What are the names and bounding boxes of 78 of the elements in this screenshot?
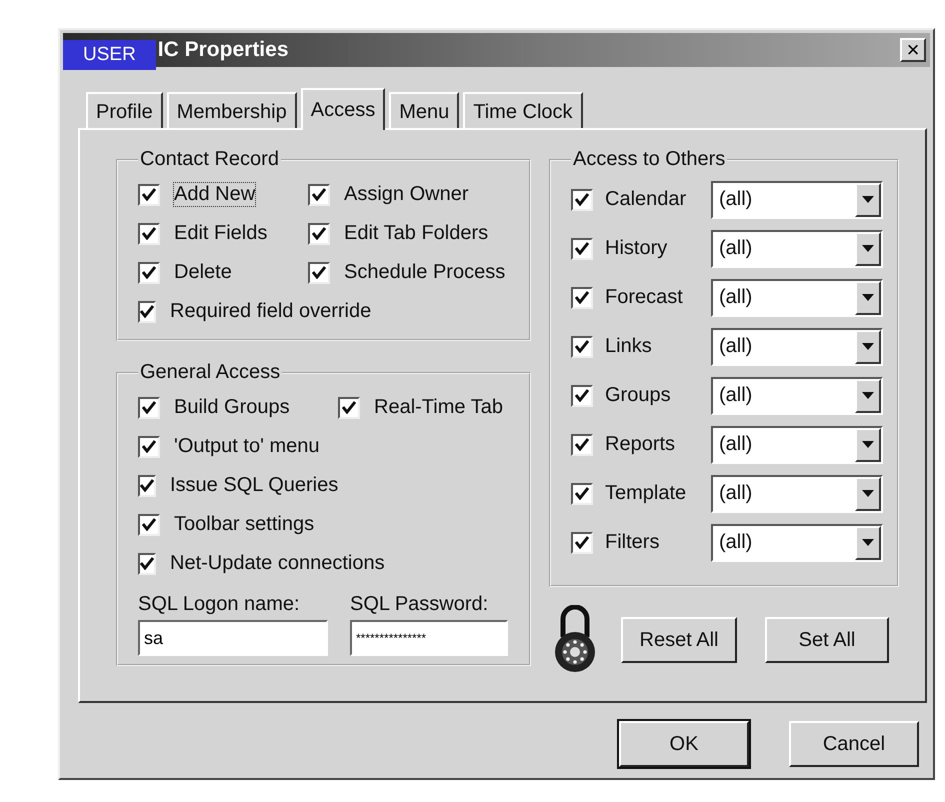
caret-icon [862, 245, 874, 252]
checkbox[interactable] [138, 262, 160, 284]
password-field[interactable]: *************** [350, 620, 508, 656]
checkbox[interactable] [571, 188, 593, 210]
user-badge: USER [63, 40, 156, 70]
padlock-icon [553, 605, 597, 675]
checkbox[interactable] [138, 436, 160, 458]
checkbox-label[interactable]: Forecast [605, 286, 683, 309]
checkbox-label[interactable]: Real-Time Tab [374, 396, 503, 419]
checkbox[interactable] [138, 514, 160, 536]
checkbox-label[interactable]: Template [605, 482, 686, 505]
group-title: Access to Others [572, 148, 726, 171]
field-label: SQL Logon name: [138, 593, 301, 616]
checkbox[interactable] [571, 384, 593, 406]
group-title: Contact Record [139, 148, 280, 171]
checkbox-label[interactable]: Groups [605, 384, 671, 407]
checkbox[interactable] [138, 300, 156, 322]
tab[interactable]: Membership [166, 92, 297, 128]
checkbox[interactable] [308, 222, 330, 244]
caret-icon [862, 441, 874, 448]
checkbox[interactable] [571, 336, 593, 358]
checkbox-label[interactable]: Issue SQL Queries [170, 474, 338, 497]
checkbox-label[interactable]: Required field override [170, 300, 372, 323]
checkbox-label[interactable]: Reports [605, 433, 676, 456]
window-title: IC Properties [158, 38, 289, 62]
caret-icon [862, 294, 874, 301]
checkbox-label[interactable]: Filters [605, 531, 660, 554]
caret-icon [862, 196, 874, 203]
checkbox-label[interactable]: Links [605, 335, 652, 358]
caret-icon [862, 392, 874, 399]
checkbox-label[interactable]: Assign Owner [344, 183, 468, 206]
checkbox[interactable] [308, 184, 330, 206]
panel-button[interactable]: Set All [765, 617, 889, 663]
caret-icon [862, 490, 874, 497]
caret-icon [862, 343, 874, 350]
dropdown[interactable]: (all) [711, 180, 883, 218]
dropdown[interactable]: (all) [711, 278, 883, 316]
group-title: General Access [139, 361, 282, 384]
dropdown[interactable]: (all) [711, 474, 883, 512]
checkbox[interactable] [308, 262, 330, 284]
dialog-button[interactable]: OK [619, 721, 749, 767]
checkbox[interactable] [571, 434, 593, 456]
checkbox[interactable] [338, 396, 360, 418]
tab[interactable]: Access [300, 88, 386, 130]
dropdown[interactable]: (all) [711, 426, 883, 464]
dropdown[interactable]: (all) [711, 230, 883, 268]
close-button[interactable]: × [900, 38, 926, 62]
field-label: SQL Password: [350, 593, 490, 616]
dropdown[interactable]: (all) [711, 524, 883, 562]
checkbox[interactable] [571, 238, 593, 260]
checkbox-label[interactable]: Edit Tab Folders [344, 222, 488, 245]
dialog-button[interactable]: Cancel [789, 721, 919, 767]
dropdown[interactable]: (all) [711, 328, 883, 366]
checkbox-label[interactable]: Calendar [605, 188, 686, 211]
checkbox[interactable] [138, 552, 156, 574]
tab[interactable]: Time Clock [463, 92, 583, 128]
checkbox-label[interactable]: Schedule Process [344, 261, 506, 284]
tab[interactable]: Menu [389, 92, 460, 128]
checkbox[interactable] [571, 286, 593, 308]
checkbox-label[interactable]: Edit Fields [174, 222, 268, 245]
checkbox-label[interactable]: History [605, 237, 668, 260]
checkbox-label[interactable]: 'Output to' menu [174, 435, 320, 458]
checkbox-label[interactable]: Add New [174, 183, 256, 206]
tab[interactable]: Profile [86, 92, 163, 128]
caret-icon [862, 539, 874, 546]
checkbox-label[interactable]: Net-Update connections [170, 552, 385, 575]
checkbox[interactable] [571, 532, 593, 554]
panel-button[interactable]: Reset All [621, 617, 737, 663]
checkbox[interactable] [571, 482, 593, 504]
checkbox[interactable] [138, 222, 160, 244]
checkbox[interactable] [138, 474, 156, 496]
checkbox[interactable] [138, 184, 160, 206]
dropdown[interactable]: (all) [711, 376, 883, 414]
checkbox-label[interactable]: Delete [174, 261, 232, 284]
checkbox-label[interactable]: Toolbar settings [174, 513, 314, 536]
checkbox[interactable] [138, 396, 160, 418]
checkbox-label[interactable]: Build Groups [174, 396, 290, 419]
text-field[interactable]: sa [138, 620, 328, 656]
